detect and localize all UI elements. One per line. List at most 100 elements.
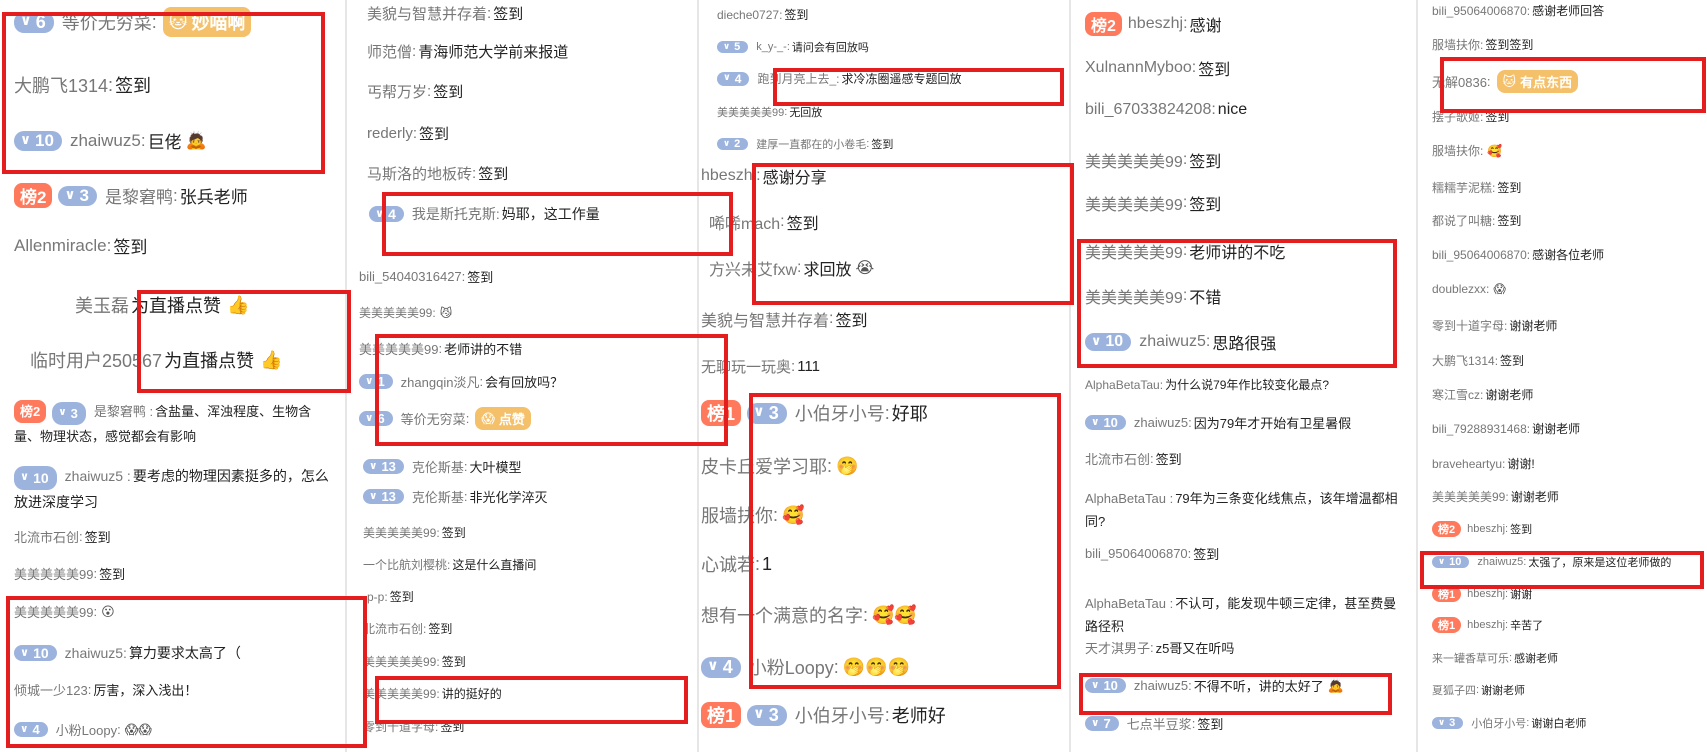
chat-username[interactable]: XulnannMyboo — [1085, 59, 1192, 77]
chat-username[interactable]: 皮卡丘爱学习耶 — [701, 453, 827, 479]
chat-username[interactable]: 美美美美美99 — [363, 524, 436, 541]
chat-username[interactable]: rederly — [367, 125, 413, 142]
chat-username[interactable]: zhaiwuz5 — [65, 468, 123, 484]
chat-username[interactable]: zhaiwuz5 — [1134, 415, 1188, 430]
chat-username[interactable]: zhaiwuz5 — [1134, 678, 1188, 693]
chat-username[interactable]: 美美美美美99 — [359, 304, 432, 321]
chat-username[interactable]: 摆子歌姬 — [1432, 108, 1480, 125]
chat-username[interactable]: 一个比航刘樱桃 — [363, 556, 447, 573]
chat-username[interactable]: 零到十道字母 — [363, 718, 435, 735]
chat-username[interactable]: 跑到月亮上去_ — [757, 70, 836, 87]
chat-username[interactable]: 服墙扶你 — [1432, 36, 1480, 53]
chat-username[interactable]: zhangqin淡凡 — [401, 372, 480, 391]
chat-username[interactable]: bili_95064006870 — [1085, 546, 1188, 561]
chat-username[interactable]: 美美美美美99 — [1085, 239, 1183, 263]
chat-username[interactable]: AlphaBetaTau — [1085, 378, 1160, 392]
chat-username[interactable]: 克伦斯基 — [412, 487, 464, 506]
chat-username[interactable]: 来一罐香草可乐 — [1432, 650, 1509, 666]
chat-username[interactable]: 夏狐子四 — [1432, 682, 1476, 698]
chat-username[interactable]: 等价无穷菜 — [401, 409, 466, 428]
chat-username[interactable]: doublezxx — [1432, 282, 1486, 296]
chat-username[interactable]: hbeszhj — [1467, 619, 1505, 631]
chat-content: 签到 — [1198, 62, 1231, 79]
chat-username[interactable]: 北流市石创 — [363, 620, 423, 637]
chat-username[interactable]: zhaiwuz5 — [70, 131, 141, 151]
chat-username[interactable]: 美美美美美99 — [14, 564, 93, 583]
chat-username[interactable]: -p-p — [363, 590, 384, 604]
chat-username[interactable]: hbeszhj — [1467, 588, 1505, 600]
chat-username[interactable]: 都说了叫糖 — [1432, 212, 1492, 229]
chat-username[interactable]: 美美美美美99 — [359, 339, 438, 358]
chat-username[interactable]: zhaiwuz5 — [1139, 333, 1206, 351]
separator: : — [93, 604, 98, 619]
chat-username[interactable]: 临时用户250567 — [30, 347, 162, 373]
chat-username[interactable]: 美貌与智慧并存着 — [701, 307, 829, 331]
chat-username[interactable]: 大鹏飞1314 — [14, 72, 108, 98]
chat-username[interactable]: braveheartyu — [1432, 457, 1502, 471]
chat-username[interactable]: 我是斯托克斯 — [412, 204, 496, 224]
chat-username[interactable]: 美美美美美99 — [363, 685, 436, 702]
chat-username[interactable]: 倾城一少123 — [14, 680, 88, 699]
chat-username[interactable]: 服墙扶你 — [701, 502, 773, 528]
fan-level-badge: ∨ 10 — [1085, 678, 1126, 693]
chat-username[interactable]: Allenmiracle — [14, 236, 107, 256]
chat-username[interactable]: 方兴未艾fxw — [709, 256, 797, 280]
chat-username[interactable]: 美美美美美99 — [1432, 488, 1505, 505]
chat-username[interactable]: bili_95064006870 — [1432, 248, 1527, 262]
chat-username[interactable]: 美美美美美99 — [363, 653, 436, 670]
chat-username[interactable]: hbeszhj — [1128, 15, 1183, 33]
chat-username[interactable]: 美玉磊 — [75, 292, 129, 318]
fan-level-number: 13 — [381, 489, 396, 504]
chat-username[interactable]: 大鹏飞1314 — [1432, 352, 1495, 369]
chat-username[interactable]: 美美美美美99 — [1085, 148, 1183, 172]
chat-username[interactable]: 想有一个满意的名字 — [701, 602, 863, 628]
chat-username[interactable]: 马斯洛的地板砖 — [367, 163, 472, 184]
chat-username[interactable]: 美貌与智慧并存着 — [367, 3, 487, 24]
chat-username[interactable]: 美美美美美99 — [717, 104, 784, 120]
chat-username[interactable]: zhaiwuz5 — [1477, 556, 1523, 568]
chat-username[interactable]: bili_67033824208 — [1085, 101, 1211, 119]
chat-username[interactable]: 糯糯芋泥糕 — [1432, 179, 1492, 196]
chat-username[interactable]: bili_79288931468 — [1432, 422, 1527, 436]
chat-username[interactable]: AlphaBetaTau — [1085, 491, 1166, 506]
chat-username[interactable]: 零到十道字母 — [1432, 317, 1504, 334]
chat-username[interactable]: 小粉Loopy — [56, 720, 117, 739]
chat-username[interactable]: 北流市石创 — [14, 527, 79, 546]
chat-username[interactable]: 服墙扶你 — [1432, 142, 1480, 159]
chat-username[interactable]: 天才淇男子 — [1085, 638, 1150, 657]
chat-username[interactable]: bili_54040316427 — [359, 269, 462, 284]
chat-username[interactable]: 寒江雪cz — [1432, 386, 1480, 403]
fan-level-number: 10 — [1105, 333, 1124, 350]
chat-message: 服墙扶你 : 签到签到 — [1432, 36, 1533, 53]
chat-username[interactable]: 美美美美美99 — [1085, 284, 1183, 308]
chat-username[interactable]: 七点半豆浆 — [1127, 714, 1192, 733]
cat-badge-icon: 🐱 有点东西 — [1496, 70, 1579, 93]
chat-username[interactable]: 唏唏mach — [709, 210, 780, 234]
chat-username[interactable]: 北流市石创 — [1085, 449, 1150, 468]
chat-username[interactable]: 是黎窘鸭 — [105, 183, 173, 208]
chat-username[interactable]: 美美美美美99 — [1085, 191, 1183, 215]
chat-username[interactable]: 是黎窘鸭 — [94, 404, 146, 419]
chat-username[interactable]: 心诚若 — [701, 551, 755, 577]
chat-username[interactable]: 无解0836 — [1432, 72, 1487, 91]
chat-content: 签到 — [1510, 524, 1533, 536]
chat-username[interactable]: 建厚一直都在的小卷毛 — [756, 136, 866, 152]
chat-username[interactable]: dieche0727 — [717, 8, 779, 22]
chat-username[interactable]: 小伯牙小号 — [795, 400, 885, 426]
chat-username[interactable]: zhaiwuz5 — [65, 645, 123, 661]
chat-username[interactable]: AlphaBetaTau — [1085, 596, 1166, 611]
chat-username[interactable]: 等价无穷菜 — [62, 9, 152, 35]
chat-username[interactable]: k_y-_- — [756, 41, 787, 53]
chat-panel-3: dieche0727 : 签到 ∨ 5 k_y-_- : 请问会有回放吗 ∨ 4 跑到月亮上去_… — [699, 0, 1069, 752]
chat-username[interactable]: 无聊玩一玩奥 — [701, 356, 791, 377]
chat-username[interactable]: bili_95064006870 — [1432, 4, 1527, 18]
chat-username[interactable]: 美美美美美99 — [14, 602, 93, 621]
chat-username[interactable]: 丐帮万岁 — [367, 81, 427, 102]
chat-username[interactable]: 小伯牙小号 — [1471, 715, 1526, 731]
chat-username[interactable]: 师范僧 — [367, 41, 412, 62]
chat-username[interactable]: hbeszhj — [701, 167, 756, 185]
chat-username[interactable]: 小粉Loopy — [749, 654, 834, 680]
chat-username[interactable]: 克伦斯基 — [412, 457, 464, 476]
chat-username[interactable]: hbeszhj — [1467, 523, 1505, 535]
chat-username[interactable]: 小伯牙小号 — [795, 702, 885, 728]
